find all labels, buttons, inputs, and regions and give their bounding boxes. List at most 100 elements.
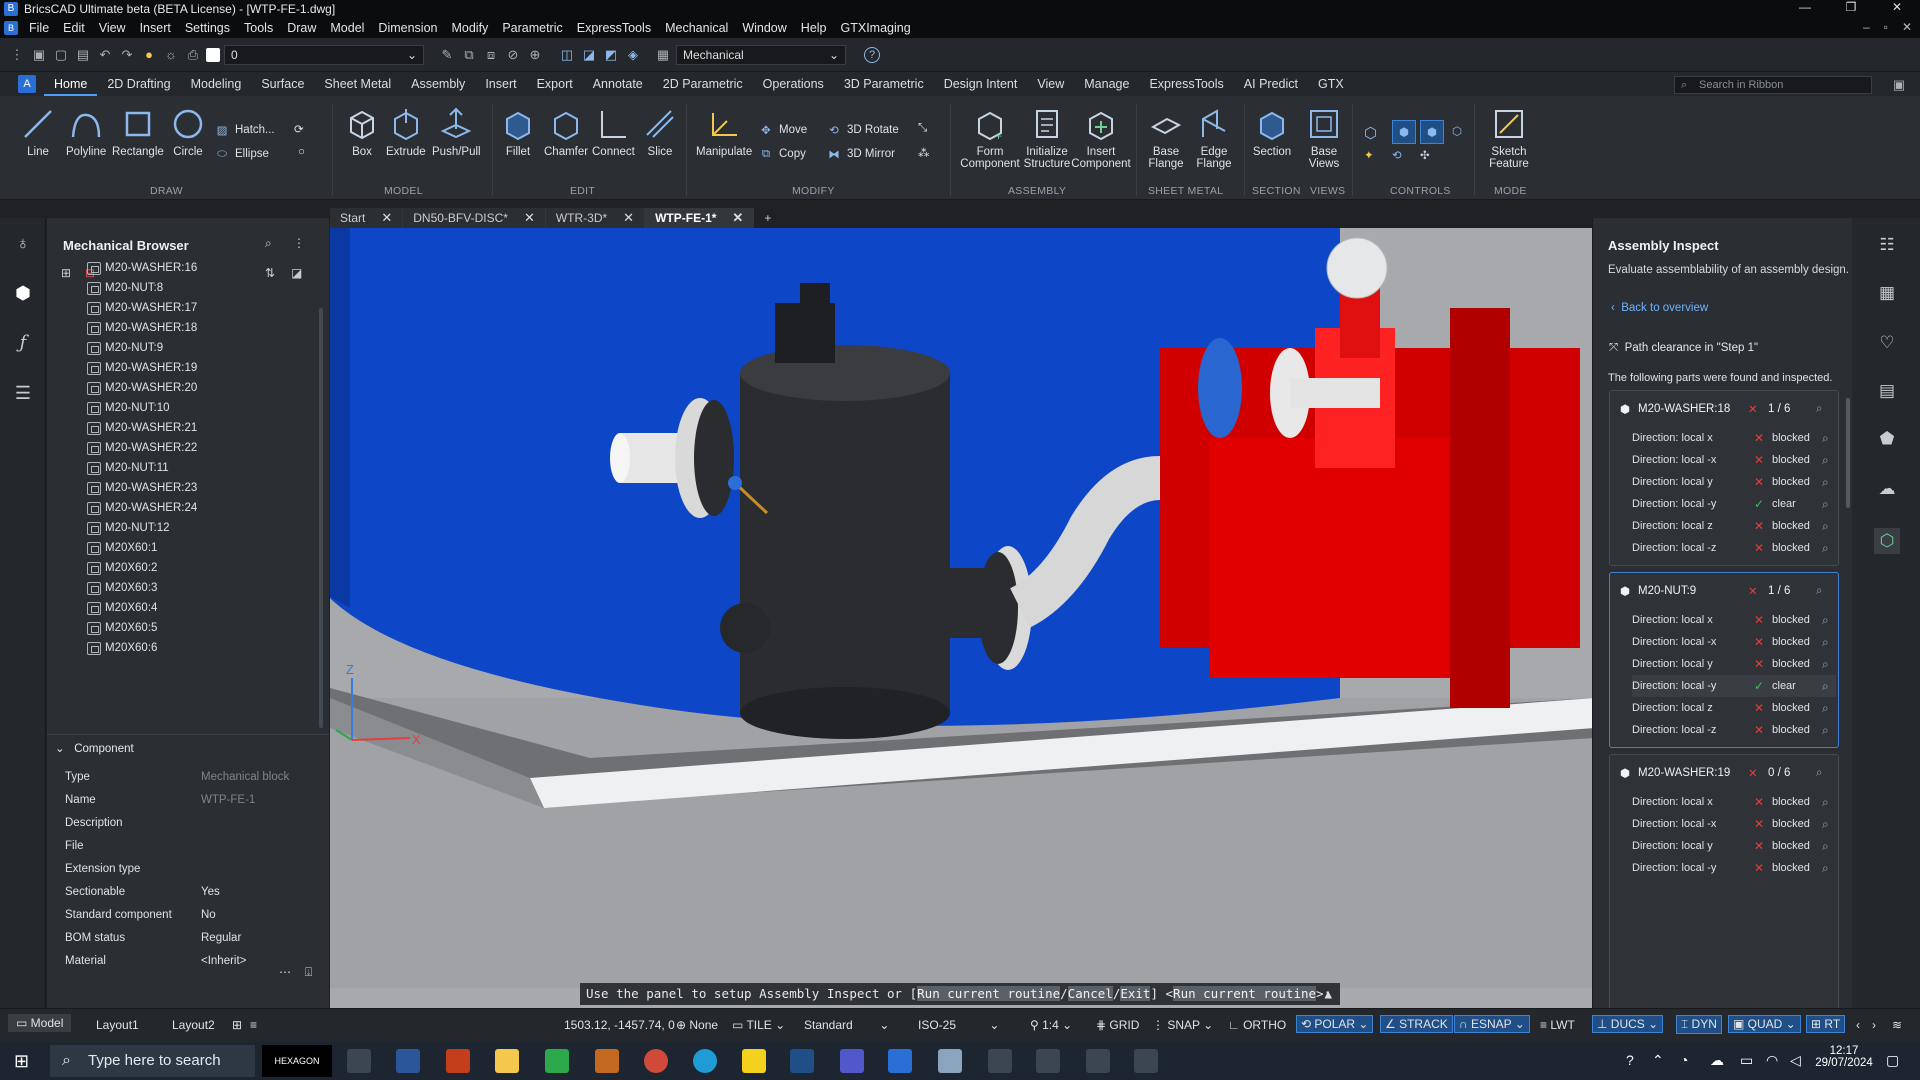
direction-row[interactable]: Direction: local z ✕ blocked ⌕	[1632, 697, 1836, 719]
tab-2d-parametric[interactable]: 2D Parametric	[653, 72, 753, 96]
menu-draw[interactable]: Draw	[280, 21, 323, 35]
powerpoint-icon[interactable]	[446, 1049, 470, 1073]
add-layout-icon[interactable]: ⊞	[232, 1018, 242, 1032]
rectangle-button[interactable]: Rectangle	[112, 106, 164, 158]
explode-icon[interactable]: ✣	[1420, 148, 1430, 162]
restore-icon[interactable]: ❐	[1828, 0, 1874, 14]
tree-item[interactable]: M20-WASHER:18	[87, 318, 197, 338]
history-up-icon[interactable]: ▲	[1324, 983, 1332, 1005]
tab-layout2[interactable]: Layout2	[172, 1018, 215, 1032]
expand-icon[interactable]: ◪	[291, 266, 302, 280]
workspace-icon[interactable]: ▦	[654, 46, 672, 64]
property-row[interactable]: Sectionable Yes	[65, 880, 325, 903]
doc-minimize-icon[interactable]: –	[1863, 20, 1870, 34]
insert-component-button[interactable]: Insert Component	[1070, 106, 1132, 170]
direction-row[interactable]: Direction: local -x ✕ blocked ⌕	[1632, 449, 1836, 471]
chevron-left-icon[interactable]: ‹	[1856, 1018, 1860, 1032]
sort-icon[interactable]: ⇅	[265, 266, 275, 280]
settings-icon[interactable]	[1036, 1049, 1060, 1073]
direction-row[interactable]: Direction: local -z ✕ blocked ⌕	[1632, 719, 1836, 741]
redo-icon[interactable]: ↷	[118, 46, 136, 64]
ribbon-search-input[interactable]: ⌕ Search in Ribbon	[1674, 76, 1872, 94]
layer-off-icon[interactable]: ⊘	[504, 46, 522, 64]
tab-gtx[interactable]: GTX	[1308, 72, 1354, 96]
move-button[interactable]: ✥ Move	[758, 122, 807, 138]
menu-file[interactable]: File	[22, 21, 56, 35]
form-component-button[interactable]: + Form Component	[958, 106, 1022, 170]
slice-button[interactable]: Slice	[642, 106, 678, 158]
tab-model[interactable]: ▭ Model	[8, 1014, 72, 1032]
zoom-icon[interactable]: ⌕	[1816, 767, 1822, 780]
tree-item[interactable]: M20-NUT:12	[87, 518, 170, 538]
tray-chevron-icon[interactable]: ⌃	[1652, 1052, 1664, 1069]
tab-operations[interactable]: Operations	[753, 72, 834, 96]
snap-toggle[interactable]: ⋮ SNAP ⌄	[1152, 1018, 1213, 1032]
tab-export[interactable]: Export	[527, 72, 583, 96]
tab-annotate[interactable]: Annotate	[583, 72, 653, 96]
close-icon[interactable]: ✕	[1874, 0, 1920, 14]
direction-row[interactable]: Direction: local -x ✕ blocked ⌕	[1632, 813, 1836, 835]
undo-icon[interactable]: ↶	[96, 46, 114, 64]
doc-tab-wtr3d[interactable]: WTR-3D* ✕	[545, 208, 646, 228]
lightbulb-icon[interactable]: ♁	[10, 230, 36, 256]
direction-row[interactable]: Direction: local z ✕ blocked ⌕	[1632, 515, 1836, 537]
app-menu-icon[interactable]: B	[4, 21, 18, 35]
taskbar-search[interactable]: ⌕ Type here to search	[50, 1045, 255, 1077]
property-row[interactable]: Description	[65, 811, 325, 834]
direction-row[interactable]: Direction: local x ✕ blocked ⌕	[1632, 609, 1836, 631]
direction-row[interactable]: Direction: local y ✕ blocked ⌕	[1632, 471, 1836, 493]
onedrive-icon[interactable]: ☁	[1710, 1052, 1724, 1069]
initialize-structure-button[interactable]: Initialize Structure	[1016, 106, 1078, 170]
help-icon[interactable]: ?	[1626, 1052, 1634, 1068]
tab-expresstools[interactable]: ExpressTools	[1139, 72, 1233, 96]
layer-dropdown[interactable]: 0 ⌄	[224, 44, 424, 65]
layers-icon[interactable]: ▦	[1874, 280, 1900, 306]
bricscad-active-icon[interactable]	[888, 1049, 912, 1073]
zoom-icon[interactable]: ⌕	[1822, 817, 1829, 832]
direction-row[interactable]: Direction: local -y ✓ clear ⌕	[1632, 675, 1836, 697]
orbit-icon[interactable]: ⟲	[1392, 148, 1402, 162]
zoom-icon[interactable]: ⌕	[1816, 585, 1822, 598]
menu-expresstools[interactable]: ExpressTools	[570, 21, 658, 35]
dyn-toggle[interactable]: ⌶ DYN	[1676, 1015, 1722, 1034]
menu-insert[interactable]: Insert	[133, 21, 178, 35]
properties-icon[interactable]: ☷	[1874, 232, 1900, 258]
layer-bulb-icon[interactable]: ●	[140, 46, 158, 64]
property-row[interactable]: BOM status Regular	[65, 926, 325, 949]
tree-scrollbar[interactable]	[319, 308, 323, 728]
help-icon[interactable]: ?	[864, 46, 880, 63]
direction-row[interactable]: Direction: local y ✕ blocked ⌕	[1632, 835, 1836, 857]
chrome-icon[interactable]	[644, 1049, 668, 1073]
none-toggle[interactable]: ⊕ None	[676, 1018, 718, 1032]
table-icon[interactable]: ▤	[1874, 378, 1900, 404]
tree-item[interactable]: M20X60:5	[87, 618, 157, 638]
tab-3d-parametric[interactable]: 3D Parametric	[834, 72, 934, 96]
chevron-right-icon[interactable]: ›	[1872, 1018, 1876, 1032]
menu-model[interactable]: Model	[323, 21, 371, 35]
app-icon[interactable]	[938, 1049, 962, 1073]
tree-item[interactable]: M20-WASHER:22	[87, 438, 197, 458]
polyline-button[interactable]: Polyline	[66, 106, 106, 158]
lwt-toggle[interactable]: ≡ LWT	[1540, 1018, 1575, 1032]
drawing-viewport[interactable]: Z X	[330, 228, 1594, 1008]
tree-view-icon[interactable]: ⊞	[61, 266, 71, 280]
app2-icon[interactable]	[1086, 1049, 1110, 1073]
tree-item[interactable]: M20X60:1	[87, 538, 157, 558]
direction-row[interactable]: Direction: local -y ✕ blocked ⌕	[1632, 857, 1836, 879]
tips-icon[interactable]: ♡	[1874, 330, 1900, 356]
zoom-icon[interactable]: ⌕	[1822, 795, 1829, 810]
tree-item[interactable]: M20-NUT:9	[87, 338, 163, 358]
layer-tools-icon[interactable]: ⧉	[460, 46, 478, 64]
ortho-toggle[interactable]: ∟ ORTHO	[1228, 1018, 1286, 1032]
layer-color-swatch[interactable]	[206, 47, 220, 62]
shaded-icon[interactable]: ⬢	[1420, 120, 1444, 144]
close-icon[interactable]: ✕	[732, 210, 743, 226]
chamfer-button[interactable]: Chamfer	[544, 106, 588, 158]
tree-item[interactable]: M20-WASHER:19	[87, 358, 197, 378]
tree-item[interactable]: M20-WASHER:23	[87, 478, 197, 498]
customize-icon[interactable]: ≋	[1892, 1018, 1902, 1032]
mirror3d-button[interactable]: ⧓ 3D Mirror	[826, 146, 895, 162]
zoom-icon[interactable]: ⌕	[1822, 497, 1829, 512]
view-compass[interactable]	[1326, 237, 1388, 299]
search-icon[interactable]: ⌕	[265, 236, 272, 251]
